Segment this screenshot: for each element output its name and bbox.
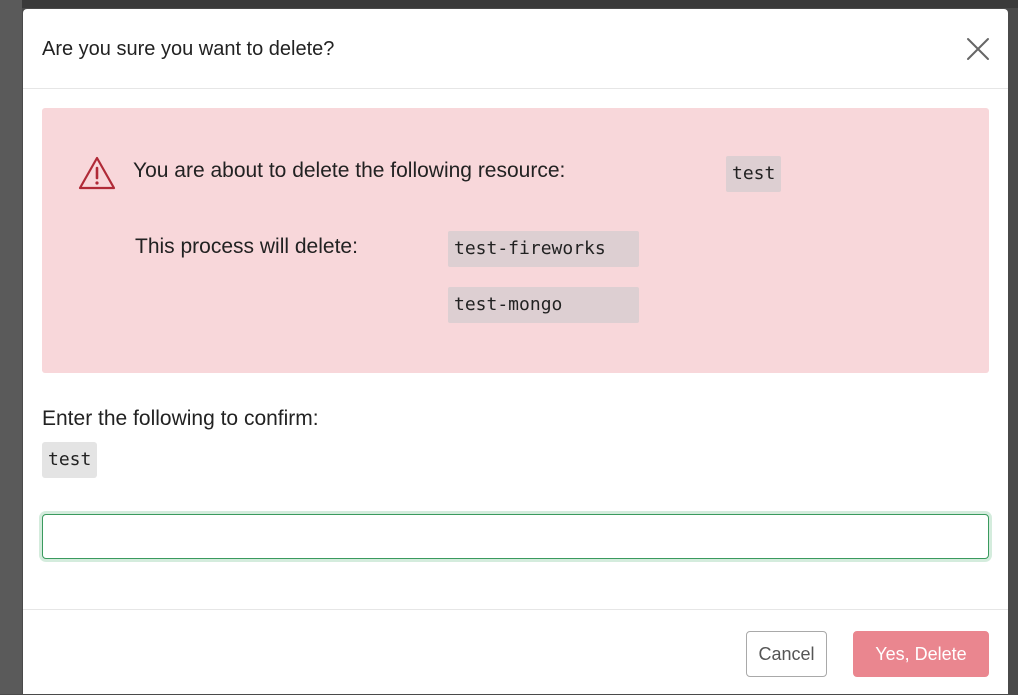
alert-message: You are about to delete the following re…: [133, 159, 566, 182]
confirm-label: Enter the following to confirm:: [42, 407, 319, 430]
dialog-title: Are you sure you want to delete?: [42, 38, 335, 60]
delete-item: test-mongo: [448, 287, 639, 323]
backdrop: [0, 0, 1018, 8]
process-label: This process will delete:: [135, 235, 358, 258]
delete-item: test-fireworks: [448, 231, 639, 267]
resource-name: test: [726, 156, 782, 192]
dialog-footer: Cancel Yes, Delete: [23, 609, 1008, 695]
confirm-input[interactable]: [42, 514, 989, 559]
close-button[interactable]: [960, 31, 996, 67]
dialog-header: Are you sure you want to delete?: [23, 9, 1008, 89]
backdrop-edge: [0, 0, 22, 694]
confirm-code: test: [42, 442, 98, 478]
danger-alert: You are about to delete the following re…: [42, 108, 989, 373]
cancel-button[interactable]: Cancel: [746, 631, 827, 677]
confirm-delete-button[interactable]: Yes, Delete: [853, 631, 989, 677]
close-icon: [967, 38, 989, 60]
warning-icon: [78, 156, 116, 190]
delete-confirm-dialog: Are you sure you want to delete? You are…: [23, 9, 1008, 694]
